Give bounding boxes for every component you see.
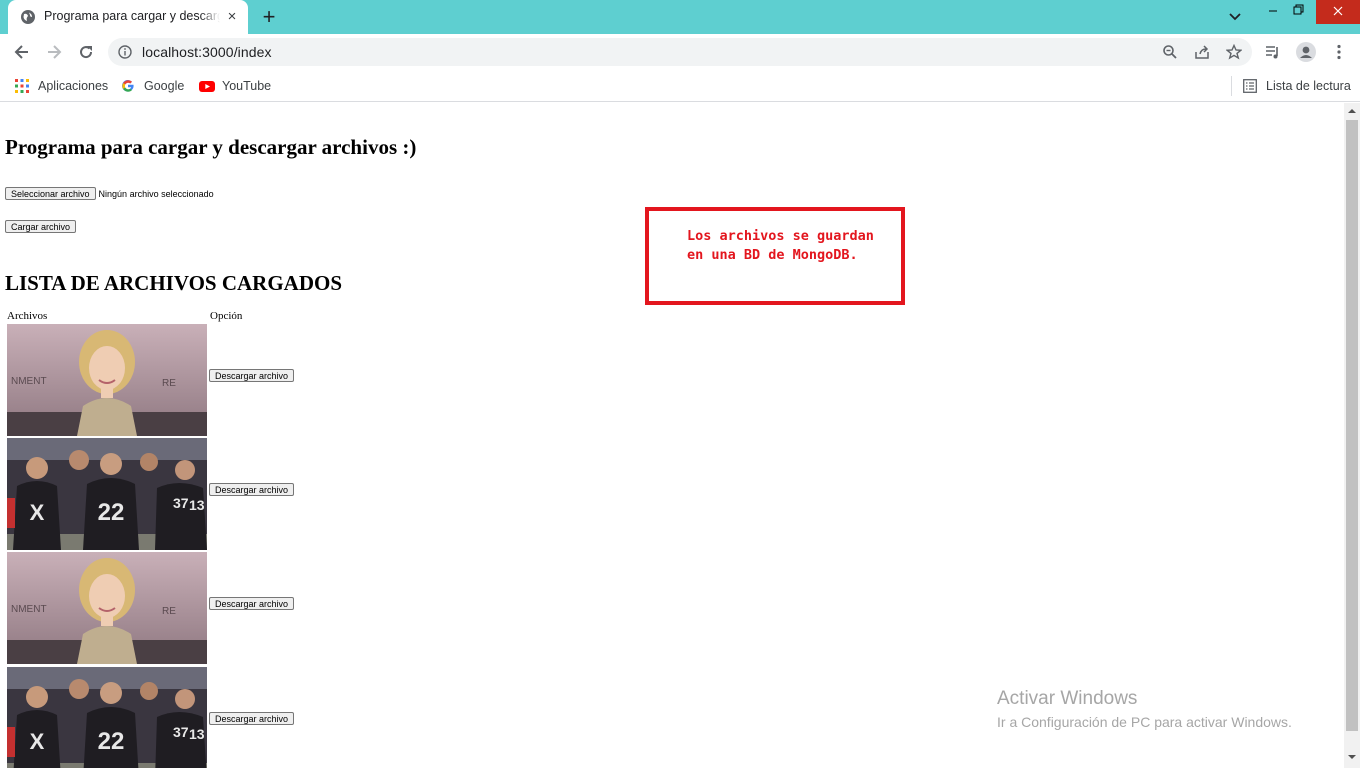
apps-grid-icon [15, 79, 29, 93]
site-info-icon[interactable] [118, 45, 132, 59]
svg-text:X: X [30, 729, 45, 754]
download-file-button[interactable]: Descargar archivo [209, 483, 295, 496]
bookmark-label: Aplicaciones [38, 79, 109, 93]
choose-file-button[interactable]: Seleccionar archivo [5, 187, 96, 200]
svg-text:RE: RE [162, 378, 176, 389]
google-icon [122, 80, 134, 92]
file-input[interactable]: Seleccionar archivo Ningún archivo selecc… [5, 184, 214, 200]
activation-watermark-title: Activar Windows [997, 688, 1138, 709]
download-file-button[interactable]: Descargar archivo [209, 597, 295, 610]
reading-list-button[interactable]: Lista de lectura [1243, 77, 1353, 95]
tab-title: Programa para cargar y descargar archivo… [44, 9, 220, 23]
url-text[interactable]: localhost:3000/index [142, 44, 272, 60]
annotation-box: Los archivos se guardan en una BD de Mon… [645, 207, 905, 305]
svg-text:37: 37 [173, 724, 189, 740]
page-viewport: Programa para cargar y descargar archivo… [0, 103, 1344, 768]
bookmark-google[interactable]: Google [121, 77, 191, 95]
browser-tab[interactable]: Programa para cargar y descargar archivo… [8, 0, 248, 34]
menu-kebab-icon[interactable] [1330, 43, 1348, 61]
svg-text:13: 13 [189, 726, 205, 742]
reload-icon[interactable] [76, 42, 96, 62]
file-thumbnail-portrait: NMENT RE [7, 324, 207, 436]
scroll-up-arrow-icon[interactable] [1348, 107, 1356, 115]
zoom-icon[interactable] [1162, 44, 1178, 60]
reading-list-label: Lista de lectura [1266, 79, 1351, 93]
svg-text:13: 13 [189, 497, 205, 513]
restore-icon[interactable] [1282, 0, 1316, 24]
svg-text:22: 22 [98, 728, 125, 755]
forward-arrow-icon[interactable] [44, 42, 64, 62]
column-header-files: Archivos [7, 310, 48, 322]
annotation-text: Los archivos se guardan en una BD de Mon… [687, 228, 874, 263]
upload-file-button[interactable]: Cargar archivo [5, 220, 77, 233]
file-list-heading: LISTA DE ARCHIVOS CARGADOS [5, 271, 343, 295]
svg-text:37: 37 [173, 495, 189, 511]
download-file-button[interactable]: Descargar archivo [209, 712, 295, 725]
svg-text:NMENT: NMENT [11, 604, 47, 615]
browser-toolbar: localhost:3000/index [0, 34, 1360, 70]
new-tab-icon[interactable]: + [258, 6, 280, 28]
share-icon[interactable] [1194, 44, 1210, 60]
bookmark-label: Google [144, 79, 185, 93]
tab-search-chevron-icon[interactable] [1226, 9, 1244, 25]
svg-text:22: 22 [98, 499, 125, 526]
scrollbar-thumb[interactable] [1346, 120, 1358, 731]
globe-icon [21, 10, 35, 24]
back-arrow-icon[interactable] [12, 42, 32, 62]
svg-text:X: X [30, 500, 45, 525]
bookmark-star-icon[interactable] [1226, 44, 1242, 60]
bookmarks-divider [1231, 76, 1232, 96]
activation-watermark-subtitle: Ir a Configuración de PC para activar Wi… [997, 714, 1292, 730]
bookmark-youtube[interactable]: YouTube [199, 77, 279, 95]
svg-text:RE: RE [162, 606, 176, 617]
file-thumbnail-team: X 22 37 13 [7, 667, 207, 768]
scroll-down-arrow-icon[interactable] [1348, 753, 1356, 761]
svg-text:NMENT: NMENT [11, 376, 47, 387]
column-header-option: Opción [210, 310, 243, 322]
reading-list-icon [1243, 79, 1257, 93]
profile-avatar-icon[interactable] [1296, 42, 1316, 62]
vertical-scrollbar[interactable] [1344, 103, 1360, 768]
bookmark-label: YouTube [222, 79, 272, 93]
window-close-icon[interactable] [1316, 0, 1360, 24]
close-tab-icon[interactable]: × [224, 9, 240, 25]
file-thumbnail-team: X 22 37 13 [7, 438, 207, 550]
tab-strip: Programa para cargar y descargar archivo… [0, 0, 1360, 34]
media-queue-icon[interactable] [1264, 43, 1282, 61]
download-file-button[interactable]: Descargar archivo [209, 369, 295, 382]
file-input-status: Ningún archivo seleccionado [98, 189, 214, 199]
youtube-icon [199, 81, 215, 92]
bookmarks-bar: Aplicaciones Google YouTube Lista de lec… [0, 70, 1360, 102]
file-thumbnail-portrait: NMENT RE [7, 552, 207, 664]
address-bar[interactable]: localhost:3000/index [108, 38, 1252, 66]
bookmark-apps[interactable]: Aplicaciones [15, 77, 110, 95]
page-title: Programa para cargar y descargar archivo… [5, 135, 417, 159]
